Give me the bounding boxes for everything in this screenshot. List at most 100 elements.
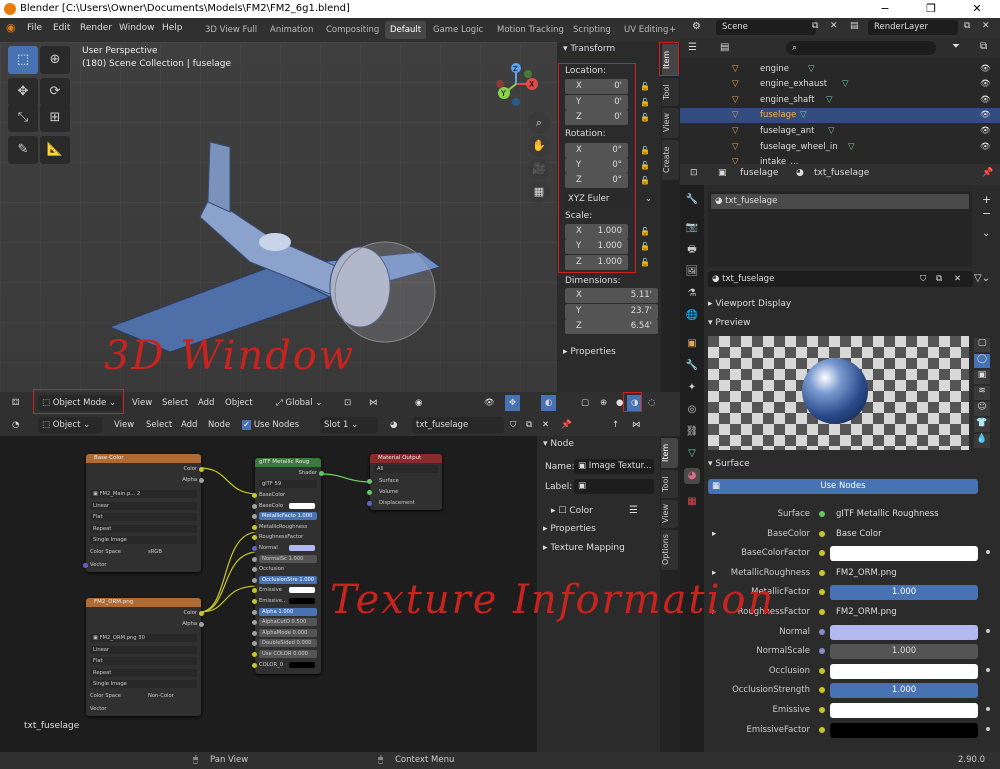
outliner-search-icon[interactable]: ⌕: [786, 41, 936, 55]
socket-dot-icon[interactable]: [819, 726, 825, 733]
lock-icon[interactable]: 🔓: [640, 98, 650, 108]
surface-input-row[interactable]: ▸ BaseColor Base Color: [704, 525, 1000, 543]
scene-field[interactable]: Scene: [716, 20, 816, 35]
fake-user-shield-icon[interactable]: ⛉: [920, 271, 926, 287]
annotate-tool-icon[interactable]: ✎: [8, 136, 38, 164]
dimension-y-field[interactable]: Y 23.7': [565, 304, 658, 319]
surface-input-value[interactable]: 1.000: [830, 644, 978, 660]
blender-menu-icon[interactable]: ◉: [6, 21, 16, 34]
surface-input-value[interactable]: [830, 624, 978, 640]
visibility-icon[interactable]: 👁: [480, 395, 499, 411]
surface-input-value[interactable]: [830, 546, 978, 562]
interpolation-dropdown[interactable]: Linear: [90, 646, 197, 654]
gltf-input-row[interactable]: Normal: [252, 544, 317, 552]
slot-dropdown[interactable]: Slot 1 ⌄: [320, 417, 378, 433]
tab-3d-view-full[interactable]: 3D View Full: [200, 21, 262, 39]
new-layer-icon[interactable]: ⧉: [964, 21, 970, 31]
extension-dropdown[interactable]: Repeat: [90, 669, 197, 677]
properties-editor-icon[interactable]: ⊡: [690, 168, 698, 178]
color-swatch[interactable]: [289, 545, 315, 551]
lock-icon[interactable]: 🔓: [640, 176, 650, 186]
visibility-eye-icon[interactable]: 👁: [980, 77, 991, 92]
lock-icon[interactable]: 🔓: [640, 146, 650, 156]
preview-hair-icon[interactable]: ≋: [974, 386, 990, 400]
new-scene-icon[interactable]: ⧉: [812, 21, 818, 31]
node-label-field[interactable]: ▣: [574, 479, 654, 494]
gltf-input-row[interactable]: Alpha 1.000: [252, 607, 317, 616]
socket-icon[interactable]: [83, 563, 88, 568]
preview-fluid-icon[interactable]: 💧: [974, 434, 990, 448]
color-swatch[interactable]: [289, 598, 315, 604]
keyframe-dot-icon[interactable]: [986, 726, 990, 731]
socket-icon[interactable]: [252, 577, 257, 583]
camera-view-icon[interactable]: 🎥: [528, 158, 550, 180]
tab-uv-editing[interactable]: UV Editing: [619, 21, 673, 39]
node-color-toggle[interactable]: ▸ ☐ Color: [551, 506, 593, 516]
object-menu[interactable]: Object: [221, 395, 257, 411]
surface-input-value[interactable]: gITF Metallic Roughness: [830, 507, 978, 522]
socket-dot-icon[interactable]: [819, 550, 825, 557]
socket-icon[interactable]: [252, 567, 257, 573]
preview-cloth-icon[interactable]: 👕: [974, 418, 990, 432]
measure-tool-icon[interactable]: 📐: [40, 136, 70, 164]
base-color-image-node[interactable]: Base Color Color Alpha ▣ FM2_Main.p... 2…: [83, 454, 204, 572]
socket-icon[interactable]: [252, 620, 257, 626]
socket-icon[interactable]: [252, 588, 257, 594]
visibility-eye-icon[interactable]: 👁: [980, 93, 991, 108]
material-name-field[interactable]: txt_fuselage: [412, 417, 504, 433]
socket-dot-icon[interactable]: [819, 628, 825, 635]
outliner-editor-icon[interactable]: ☰: [688, 42, 697, 53]
add-workspace-button[interactable]: +: [669, 21, 676, 39]
socket-icon[interactable]: [252, 546, 257, 551]
preview-sphere-icon[interactable]: ◯: [974, 354, 990, 368]
menu-help[interactable]: Help: [162, 23, 183, 33]
duplicate-icon[interactable]: ⧉: [936, 271, 942, 287]
orientation-dropdown[interactable]: ⤢ Global ⌄: [272, 395, 326, 411]
socket-icon[interactable]: [252, 524, 257, 530]
gltf-input-row[interactable]: Occlusion: [252, 565, 317, 573]
gltf-group-node[interactable]: glTF Metallic Roug Shader glTF 59 BaseCo…: [252, 458, 324, 674]
socket-icon[interactable]: [367, 501, 372, 506]
particles-tab-icon[interactable]: ✦: [684, 380, 700, 396]
socket-dot-icon[interactable]: [819, 530, 825, 537]
gltf-input-row[interactable]: Emissive: [252, 586, 317, 594]
tab-scripting[interactable]: Scripting: [568, 21, 616, 39]
gltf-input-row[interactable]: BaseColor: [252, 491, 317, 499]
remove-slot-button[interactable]: −: [982, 207, 991, 220]
gltf-input-row[interactable]: MetallicFacto 1.000: [252, 512, 317, 521]
surface-input-row[interactable]: BaseColorFactor: [704, 544, 1000, 562]
socket-icon[interactable]: [252, 556, 257, 562]
data-tab-icon[interactable]: ▽: [684, 446, 700, 462]
outliner-row-fuselage-ant[interactable]: ▽ fuselage_ant ▽ 👁: [680, 124, 1000, 139]
pin-icon[interactable]: 📌: [557, 417, 576, 433]
pan-hand-icon[interactable]: ✋: [528, 135, 550, 157]
xray-icon[interactable]: ▢: [577, 395, 593, 411]
slot-menu-icon[interactable]: ⌄: [982, 228, 990, 239]
lock-icon[interactable]: 🔓: [640, 258, 650, 268]
texture-mapping-header[interactable]: ▸ Texture Mapping: [543, 543, 625, 553]
socket-icon[interactable]: [252, 503, 257, 509]
zoom-icon[interactable]: ⌕: [528, 112, 550, 134]
lock-icon[interactable]: 🔓: [640, 113, 650, 123]
socket-icon[interactable]: [252, 652, 257, 657]
socket-dot-icon[interactable]: [819, 609, 825, 615]
gltf-input-row[interactable]: DoubleSided 0.000: [252, 639, 317, 648]
color-swatch[interactable]: [289, 587, 315, 594]
list-icon[interactable]: ☰: [629, 505, 638, 516]
surface-input-row[interactable]: NormalScale 1.000: [704, 642, 1000, 660]
surface-input-value[interactable]: [830, 663, 978, 679]
node-name-field[interactable]: ▣ Image Textur...: [574, 459, 654, 474]
projection-dropdown[interactable]: Flat: [90, 513, 197, 521]
gltf-input-row[interactable]: Emissive...: [252, 597, 317, 605]
projection-dropdown[interactable]: Flat: [90, 657, 197, 665]
surface-input-value[interactable]: 1.000: [830, 585, 978, 601]
navigation-gizmo[interactable]: X Z Y: [488, 62, 548, 112]
snap-icon[interactable]: ⋈: [365, 395, 382, 411]
render-tab-icon[interactable]: 📷: [684, 220, 700, 236]
menu-file[interactable]: File: [27, 23, 42, 33]
lock-icon[interactable]: 🔓: [640, 82, 650, 92]
node-select-menu[interactable]: Select: [142, 417, 176, 433]
socket-icon[interactable]: [252, 514, 257, 520]
delete-layer-icon[interactable]: ✕: [982, 21, 990, 31]
move-tool-icon[interactable]: ✥: [8, 78, 38, 106]
